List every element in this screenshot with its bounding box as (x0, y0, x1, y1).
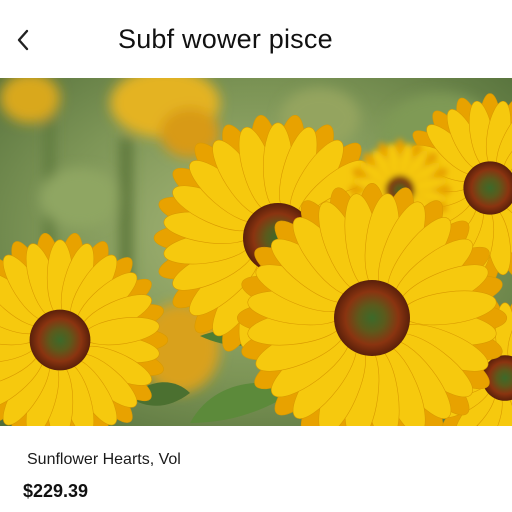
product-price: $229.39 (23, 481, 89, 501)
product-image (0, 78, 512, 426)
sunflowers-photo (0, 78, 512, 426)
top-bar: Subf wower pisce (0, 0, 512, 78)
chevron-left-icon (17, 29, 29, 51)
page-title: Subf wower pisce (118, 24, 333, 54)
product-name[interactable]: Sunflower Hearts, Vol (27, 451, 181, 469)
product-screen: Subf wower pisce Sunflower Hearts, Vol $… (0, 0, 512, 512)
back-button[interactable] (10, 26, 36, 54)
